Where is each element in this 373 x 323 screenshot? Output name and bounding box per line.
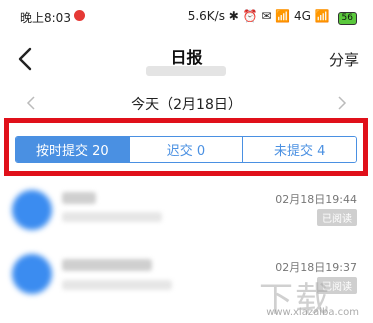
blurred-name (62, 259, 152, 271)
blurred-subtitle (146, 66, 226, 76)
read-badge: 已阅读 (317, 209, 357, 226)
blurred-content (62, 280, 172, 290)
share-button[interactable]: 分享 (329, 49, 359, 70)
report-time: 02月18日19:44 (275, 193, 357, 206)
status-indicators: 5.6K/s ✱ ⏰ ✉ 📶 4G 📶 56 (188, 9, 357, 25)
tab-late[interactable]: 迟交 0 (128, 137, 243, 162)
nav-bar: 日报 分享 (0, 36, 373, 90)
blurred-content (62, 212, 162, 222)
blurred-name (62, 192, 96, 204)
status-time: 晚上8:03 (20, 11, 71, 25)
chevron-right-icon[interactable] (337, 96, 347, 110)
avatar (12, 190, 52, 230)
date-navigator: 今天（2月18日） (0, 90, 373, 116)
page-title: 日报 (170, 48, 203, 67)
date-label: 今天（2月18日） (131, 97, 242, 113)
notification-icon (74, 10, 85, 21)
submission-status-tabs: 按时提交 20 迟交 0 未提交 4 (15, 136, 357, 163)
avatar (12, 254, 52, 294)
status-bar: 晚上8:03 5.6K/s ✱ ⏰ ✉ 📶 4G 📶 56 (0, 0, 373, 36)
tab-not-submitted[interactable]: 未提交 4 (242, 137, 356, 162)
tab-on-time[interactable]: 按时提交 20 (16, 137, 129, 162)
report-list-item[interactable]: 02月18日19:44 已阅读 (0, 180, 373, 250)
status-right-text: 5.6K/s ✱ ⏰ ✉ 📶 4G 📶 (187, 9, 330, 23)
battery-icon: 56 (337, 12, 357, 25)
watermark-domain: www.xiazaiba.com (266, 307, 359, 318)
watermark-logo: 下载 www.xiazaiba.com (251, 262, 363, 320)
